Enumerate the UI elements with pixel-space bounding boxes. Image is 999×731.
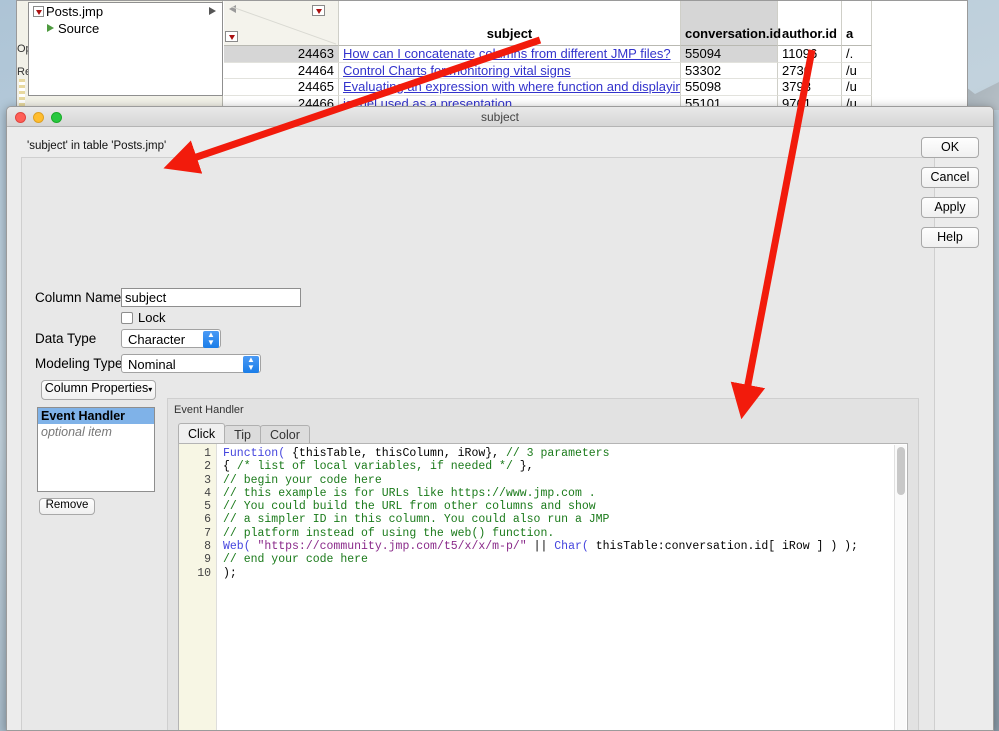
row-id: 24465 — [224, 79, 339, 96]
ok-button[interactable]: OK — [921, 137, 979, 158]
event-handler-panel: Event Handler Click Tip Color 1234567891… — [167, 398, 919, 731]
data-type-label: Data Type — [35, 331, 96, 346]
row-subject[interactable]: Evaluating an expression with where func… — [339, 79, 681, 96]
dialog-title: subject — [7, 107, 993, 127]
lock-label: Lock — [138, 310, 165, 325]
tree-source-label: Source — [58, 21, 99, 36]
grid-corner — [224, 1, 339, 46]
zoom-button[interactable] — [51, 112, 62, 123]
column-header-subject[interactable]: subject — [339, 1, 681, 46]
column-info-dialog[interactable]: subject 'subject' in table 'Posts.jmp' C… — [6, 106, 994, 731]
row-conversation-id: 55098 — [681, 79, 778, 96]
property-list-item-selected[interactable]: Event Handler — [38, 408, 154, 424]
column-header-a[interactable]: a — [842, 1, 872, 46]
editor-vertical-scrollbar[interactable] — [894, 445, 906, 731]
lock-checkbox[interactable] — [121, 312, 133, 324]
data-type-select[interactable]: Character ▲▼ — [121, 329, 221, 348]
row-a: /. — [842, 46, 872, 63]
jmp-data-table-window[interactable]: Op Re Posts.jmp Source subject con — [16, 0, 968, 110]
row-a: /u — [842, 79, 872, 96]
dialog-action-buttons: OK Cancel Apply Help — [921, 128, 979, 257]
column-name-label: Column Name — [35, 290, 121, 305]
red-triangle-menu-icon[interactable] — [33, 6, 44, 17]
help-button[interactable]: Help — [921, 227, 979, 248]
data-table-tree-panel[interactable]: Posts.jmp Source — [28, 2, 223, 96]
minimize-button[interactable] — [33, 112, 44, 123]
event-handler-tabs[interactable]: Click Tip Color — [178, 423, 309, 444]
property-list-placeholder[interactable]: optional item — [38, 424, 154, 440]
dialog-body: 'subject' in table 'Posts.jmp' Column Na… — [7, 128, 993, 730]
dialog-subtitle: 'subject' in table 'Posts.jmp' — [27, 140, 166, 152]
data-table-side-panel: Op Re Posts.jmp Source — [17, 1, 223, 110]
column-properties-button[interactable]: Column Properties▾ — [41, 380, 156, 400]
table-row[interactable]: 24465 Evaluating an expression with wher… — [224, 79, 967, 96]
tree-row-root[interactable]: Posts.jmp — [29, 3, 222, 20]
row-conversation-id: 53302 — [681, 63, 778, 80]
row-id: 24463 — [224, 46, 339, 63]
column-header-author-id[interactable]: author.id — [778, 1, 842, 46]
modeling-type-select[interactable]: Nominal ▲▼ — [121, 354, 261, 373]
chevron-updown-icon[interactable]: ▲▼ — [203, 331, 219, 348]
code-line-numbers: 12345678910 — [179, 444, 217, 731]
table-row[interactable]: 24464 Control Charts for monitoring vita… — [224, 63, 967, 80]
column-name-input[interactable] — [121, 288, 301, 307]
modeling-type-label: Modeling Type — [35, 356, 123, 371]
grid-menu-icon-rows[interactable] — [225, 31, 238, 42]
code-content[interactable]: Function( {thisTable, thisColumn, iRow},… — [217, 444, 907, 731]
remove-label: Remove — [46, 499, 89, 511]
lock-checkbox-row[interactable]: Lock — [121, 310, 165, 325]
green-triangle-icon[interactable] — [45, 23, 56, 34]
row-author-id: 3793 — [778, 79, 842, 96]
close-button[interactable] — [15, 112, 26, 123]
tab-click[interactable]: Click — [178, 423, 225, 444]
apply-button[interactable]: Apply — [921, 197, 979, 218]
row-conversation-id: 55094 — [681, 46, 778, 63]
data-grid[interactable]: subject conversation.id author.id a 2446… — [224, 1, 967, 109]
tree-root-label: Posts.jmp — [46, 4, 103, 19]
row-a: /u — [842, 63, 872, 80]
tab-color[interactable]: Color — [260, 425, 310, 444]
column-header-conversation-id[interactable]: conversation.id — [681, 1, 778, 46]
property-list[interactable]: Event Handler optional item — [37, 407, 155, 492]
event-handler-section-label: Event Handler — [174, 404, 244, 416]
grid-menu-icon-top[interactable] — [312, 5, 325, 16]
row-subject[interactable]: How can I concatenate columns from diffe… — [339, 46, 681, 63]
table-row[interactable]: 24463 How can I concatenate columns from… — [224, 46, 967, 63]
remove-button[interactable]: Remove — [39, 498, 95, 515]
cancel-button[interactable]: Cancel — [921, 167, 979, 188]
data-type-value: Character — [128, 332, 185, 347]
row-author-id: 11096 — [778, 46, 842, 63]
black-triangle-right-icon[interactable] — [209, 7, 216, 15]
tree-row-source[interactable]: Source — [29, 20, 222, 37]
caret-down-icon: ▾ — [148, 385, 152, 394]
modeling-type-value: Nominal — [128, 357, 176, 372]
row-id: 24464 — [224, 63, 339, 80]
dialog-titlebar[interactable]: subject — [7, 107, 993, 127]
tab-tip[interactable]: Tip — [224, 425, 261, 444]
scrollbar-thumb[interactable] — [897, 447, 905, 495]
row-subject[interactable]: Control Charts for monitoring vital sign… — [339, 63, 681, 80]
code-editor[interactable]: 12345678910 Function( {thisTable, thisCo… — [178, 443, 908, 731]
column-properties-label: Column Properties — [45, 381, 149, 395]
chevron-updown-icon[interactable]: ▲▼ — [243, 356, 259, 373]
row-author-id: 2730 — [778, 63, 842, 80]
